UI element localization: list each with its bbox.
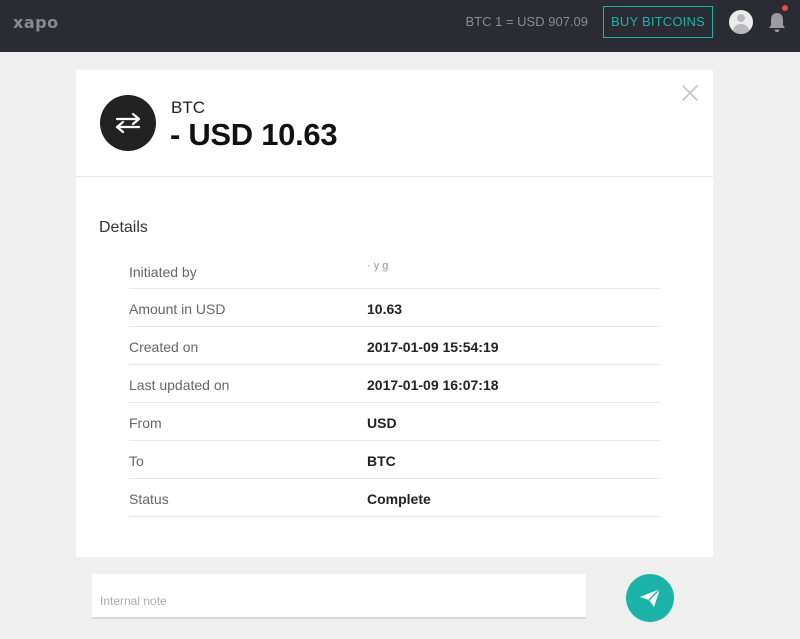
detail-label: From [129,415,162,431]
detail-value: 10.63 [367,301,403,317]
detail-row-created-on: Created on 2017-01-09 15:54:19 [129,327,660,365]
detail-label: Last updated on [129,377,230,393]
transaction-detail-card: BTC - USD 10.63 Details Initiated by · y… [76,70,713,639]
send-paper-plane-icon [640,588,661,607]
close-icon[interactable] [681,84,699,102]
detail-row-last-updated: Last updated on 2017-01-09 16:07:18 [129,365,660,403]
details-heading: Details [99,219,148,236]
transaction-amount: - USD 10.63 [170,117,338,152]
detail-value: USD [367,415,397,431]
detail-label: Initiated by [129,264,197,280]
avatar-head-shape [737,14,745,22]
detail-value: BTC [367,453,396,469]
transaction-currency: BTC [171,98,205,117]
exchange-arrows-icon [100,95,156,151]
detail-value: 2017-01-09 15:54:19 [367,339,499,355]
send-note-button[interactable] [626,574,674,622]
internal-note-input[interactable] [92,574,586,619]
user-avatar-icon[interactable] [729,10,753,34]
detail-row-to: To BTC [129,441,660,479]
note-footer [76,557,713,639]
top-navigation-bar: xapo BTC 1 = USD 907.09 BUY BITCOINS [0,0,800,52]
detail-row-amount: Amount in USD 10.63 [129,289,660,327]
avatar-body-shape [733,24,749,34]
buy-bitcoins-button[interactable]: BUY BITCOINS [603,6,713,38]
btc-exchange-rate: BTC 1 = USD 907.09 [465,14,588,29]
notification-badge [782,5,788,11]
transaction-header: BTC - USD 10.63 [76,70,713,177]
detail-row-initiated-by: Initiated by · y g [129,251,660,289]
xapo-logo[interactable]: xapo [13,13,59,32]
detail-label: Status [129,491,169,507]
details-list: Initiated by · y g Amount in USD 10.63 C… [129,251,660,517]
detail-label: Amount in USD [129,301,226,317]
detail-label: Created on [129,339,199,355]
bell-icon[interactable] [766,10,788,34]
detail-row-status: Status Complete [129,479,660,517]
detail-row-from: From USD [129,403,660,441]
detail-value: 2017-01-09 16:07:18 [367,377,499,393]
detail-label: To [129,453,144,469]
detail-value: · y g [367,260,389,272]
status-value: Complete [367,491,431,507]
